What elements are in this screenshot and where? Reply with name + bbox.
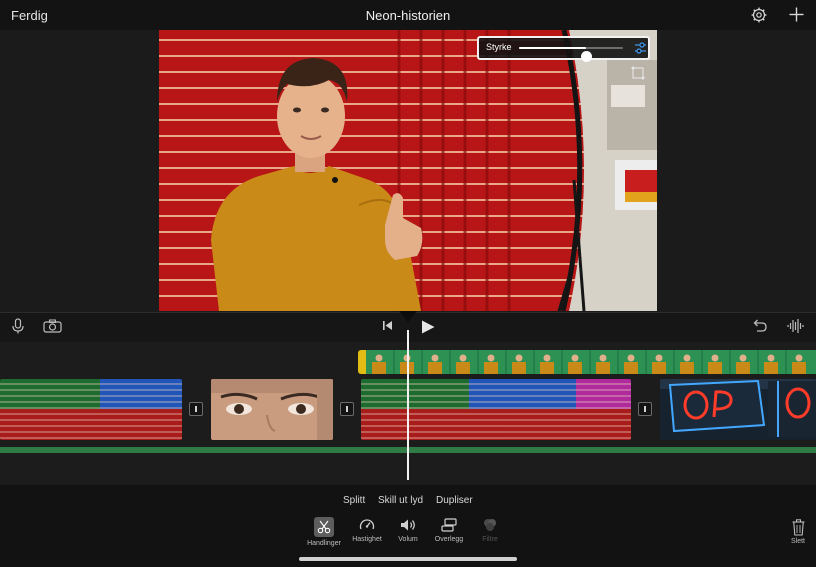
- neon-lines-clip-2[interactable]: [361, 379, 631, 440]
- strength-slider-thumb[interactable]: [580, 51, 592, 62]
- strength-control: Styrke: [477, 36, 650, 62]
- tool-volume[interactable]: Volum: [387, 517, 429, 543]
- detach-audio-action[interactable]: Skill ut lyd: [378, 495, 423, 506]
- strength-slider[interactable]: [519, 47, 623, 62]
- video-preview[interactable]: [159, 30, 657, 311]
- playhead-marker: [399, 311, 417, 322]
- neon-lines-thumbnail-2: [361, 379, 631, 440]
- strength-slider-fill: [519, 47, 586, 49]
- tool-overlay-label: Overlegg: [434, 536, 464, 543]
- transition-button-3[interactable]: [638, 402, 652, 416]
- filters-icon: [484, 519, 496, 531]
- crop-icon[interactable]: [631, 66, 645, 80]
- transition-button-2[interactable]: [340, 402, 354, 416]
- play-icon[interactable]: [421, 320, 435, 334]
- delete-label: Slett: [790, 538, 805, 545]
- tool-filters-label: Filtre: [482, 536, 498, 543]
- strength-label: Styrke: [486, 42, 512, 52]
- neon-lines-thumbnail-1: [0, 379, 182, 440]
- overlay-thumbnails: [366, 350, 816, 374]
- project-title: Neon-historien: [365, 8, 451, 23]
- overlay-filmstrip: [366, 350, 816, 374]
- tool-speed-label: Hastighet: [352, 536, 382, 543]
- tool-actions-label: Handlinger: [307, 540, 341, 547]
- transition-button-1[interactable]: [189, 402, 203, 416]
- trash-icon: [792, 519, 804, 536]
- tool-speed[interactable]: Hastighet: [346, 517, 388, 543]
- eyes-closeup-thumbnail: [211, 379, 333, 440]
- skip-to-start-icon[interactable]: [382, 320, 393, 331]
- playhead[interactable]: [407, 330, 409, 480]
- gear-icon[interactable]: [751, 7, 767, 23]
- waveform-icon[interactable]: [787, 318, 805, 334]
- add-media-icon[interactable]: [789, 7, 804, 22]
- microphone-icon[interactable]: [12, 318, 24, 334]
- split-action[interactable]: Splitt: [343, 495, 365, 506]
- green-screen-overlay-clip[interactable]: [358, 350, 816, 374]
- speedometer-icon: [359, 519, 375, 530]
- neon-sign-clip[interactable]: [660, 379, 816, 440]
- delete-button[interactable]: Slett: [787, 519, 809, 545]
- overlay-icon: [441, 518, 457, 532]
- tool-filters: Filtre: [469, 517, 511, 543]
- duplicate-action[interactable]: Dupliser: [436, 495, 473, 506]
- adjust-icon[interactable]: [634, 41, 647, 55]
- top-bar: Ferdig Neon-historien: [0, 0, 816, 30]
- tool-volume-label: Volum: [398, 536, 418, 543]
- neon-lines-clip-1[interactable]: [0, 379, 182, 440]
- eyes-closeup-clip[interactable]: [211, 379, 333, 440]
- home-indicator[interactable]: [299, 557, 517, 561]
- neon-sign-thumbnail: [660, 379, 816, 440]
- undo-icon[interactable]: [751, 319, 767, 332]
- speaker-icon: [401, 519, 415, 531]
- tool-overlay[interactable]: Overlegg: [428, 517, 470, 543]
- tool-actions[interactable]: Handlinger: [303, 517, 345, 547]
- camera-icon[interactable]: [43, 319, 62, 333]
- scissors-icon: [314, 517, 334, 537]
- preview-frame: [159, 30, 657, 311]
